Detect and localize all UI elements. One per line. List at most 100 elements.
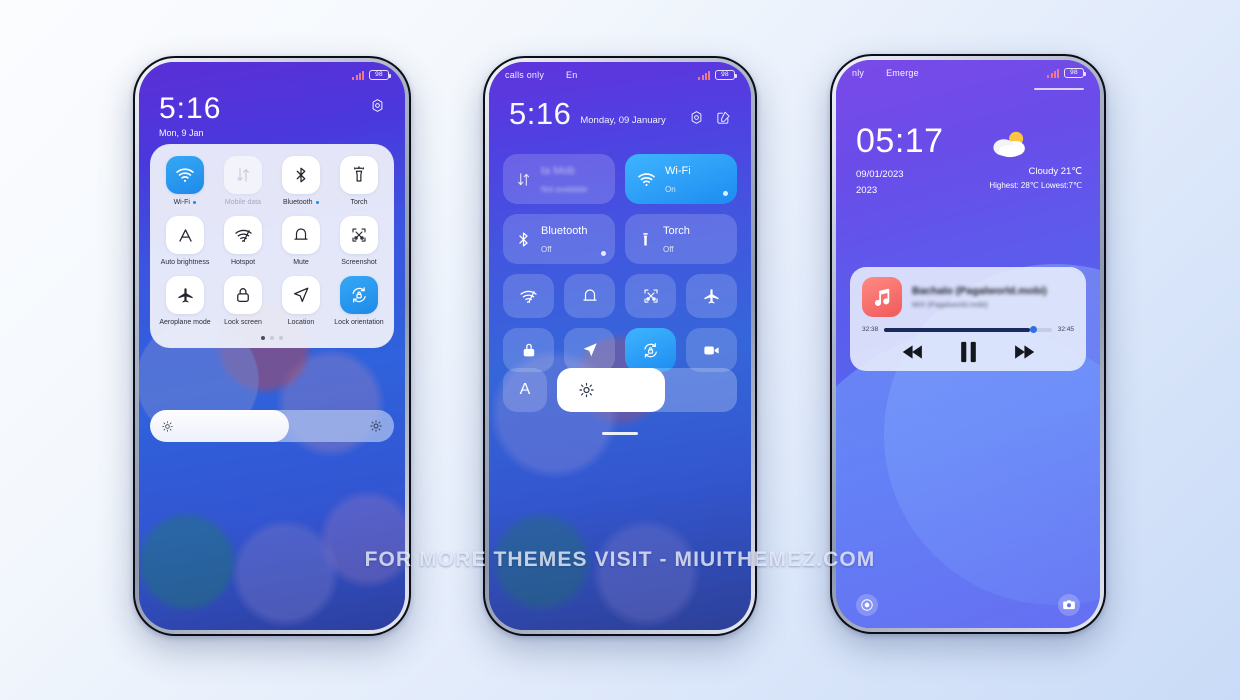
smalltile-aeroplane-mode[interactable] [686,274,737,318]
notch-accent-line [1034,88,1084,90]
rotation-lock-icon [340,276,378,314]
wallpaper-wave-lower [836,326,1100,628]
player-track-row: Bachalo (Pagalworld.mobi) MIX (Pagalworl… [862,277,1074,317]
carrier-text: nly [852,68,865,78]
music-player-widget: Bachalo (Pagalworld.mobi) MIX (Pagalworl… [850,267,1086,371]
smalltile-hotspot[interactable] [503,274,554,318]
track-subtitle: MIX (Pagalworld.mobi) [912,300,988,309]
auto-brightness-button[interactable]: A [503,368,547,412]
phone-1: 98 5:16 Mon, 9 Jan Wi-Fi Mobile data Blu… [133,56,411,636]
elapsed-time: 32:38 [862,326,879,333]
tile-mobile-data[interactable]: Mobile data [214,156,272,206]
tile-mute[interactable]: Mute [272,216,330,266]
tile-label: Aeroplane mode [159,319,210,326]
quick-settings-tile-grid: Wi-Fi Mobile data Bluetooth Torch Auto b… [156,156,388,326]
tile-label: Bluetooth [282,199,320,206]
wifi-icon [637,170,656,189]
tile-wifi[interactable]: Wi-Fi [156,156,214,206]
gear-icon[interactable] [689,110,704,125]
tile-torch[interactable]: Torch [330,156,388,206]
gear-icon[interactable] [370,98,385,113]
smalltile-lock-orientation[interactable] [625,328,676,372]
signal-bars-icon [1047,68,1059,78]
panel-page-indicator[interactable] [156,336,388,340]
bluetooth-icon [515,231,532,248]
bigtile-bluetooth[interactable]: Bluetooth Off [503,214,615,264]
tile-auto-brightness[interactable]: Auto brightness [156,216,214,266]
page-dot-1[interactable] [261,336,265,340]
page-dot-3[interactable] [279,336,283,340]
tile-lock-orientation[interactable]: Lock orientation [330,276,388,326]
quick-settings-panel: Wi-Fi Mobile data Bluetooth Torch Auto b… [150,144,394,348]
weather-widget[interactable]: Cloudy 21℃ Highest: 28℃ Lowest:7℃ [989,128,1082,190]
screenshot-icon [340,216,378,254]
tile-screenshot[interactable]: Screenshot [330,216,388,266]
wifi-icon [166,156,204,194]
bigtile-mobile-data[interactable]: ta Mob Not available [503,154,615,204]
bigtile-title: Bluetooth [541,225,588,237]
bigtile-wifi[interactable]: Wi-Fi On [625,154,737,204]
smalltile-location[interactable] [564,328,615,372]
tile-label-text: Mobile data [224,199,262,206]
tile-label: Torch [350,199,367,206]
carrier-text: calls only [505,70,545,80]
bigtile-torch[interactable]: Torch Off [625,214,737,264]
music-note-icon [874,288,890,306]
brightness-icon [162,420,173,432]
smalltile-screenshot[interactable] [625,274,676,318]
status-pip [723,191,728,196]
edit-icon[interactable] [716,110,731,125]
tile-aeroplane-mode[interactable]: Aeroplane mode [156,276,214,326]
flashlight-shortcut[interactable] [856,594,878,616]
camera-shortcut[interactable] [1058,594,1080,616]
auto-brightness-icon [166,216,204,254]
phone-3-screen: nly Emerge 98 05:17 09/01/2023 2023 Clou… [836,60,1100,628]
brightness-slider[interactable] [557,368,737,412]
quick-settings-big-tiles: ta Mob Not available Wi-Fi On Bluetooth … [503,154,737,264]
clock-date: Monday, 09 January [580,115,666,126]
tile-label-text: Bluetooth [282,199,313,206]
brightness-slider[interactable] [150,410,394,442]
phone-3-status-bar: nly Emerge 98 [836,60,1100,86]
brightness-fill [557,368,665,412]
tile-label: Mute [293,259,309,266]
tile-label-text: Hotspot [230,259,256,266]
tile-location[interactable]: Location [272,276,330,326]
torch-icon [340,156,378,194]
location-arrow-icon [282,276,320,314]
phone-1-header: 5:16 Mon, 9 Jan [159,92,385,138]
smalltile-screen-record[interactable] [686,328,737,372]
album-art [862,277,902,317]
clock-date: Mon, 9 Jan [159,128,204,138]
progress-knob[interactable] [1029,326,1037,333]
smalltile-lock-screen[interactable] [503,328,554,372]
camera-icon [1063,600,1075,610]
tile-label-text: Auto brightness [160,259,210,266]
tile-label: Wi-Fi [174,199,197,206]
tile-hotspot[interactable]: Hotspot [214,216,272,266]
screen-record-icon [704,346,719,354]
phone-2-screen: calls only En 98 5:16 Monday, 09 January [489,62,751,630]
tile-lock-screen[interactable]: Lock screen [214,276,272,326]
brightness-row: A [503,368,737,412]
emergency-text: Emerge [886,68,919,78]
play-pause-button[interactable] [960,341,977,363]
emergency-text: En [566,70,578,80]
phone-1-status-bar: 98 [139,62,405,88]
lockscreen-shortcuts [836,594,1100,616]
player-controls [862,341,1074,363]
progress-slider[interactable] [884,326,1052,333]
tile-label-text: Lock orientation [334,319,384,326]
next-button[interactable] [1013,344,1035,360]
page-dot-2[interactable] [270,336,274,340]
fast-forward-icon [1014,345,1034,359]
previous-button[interactable] [902,344,924,360]
tile-bluetooth[interactable]: Bluetooth [272,156,330,206]
bell-icon [582,289,597,301]
tile-label: Lock screen [224,319,262,326]
smalltile-mute[interactable] [564,274,615,318]
tile-label: Lock orientation [334,319,383,326]
tile-label-text: Torch [350,199,368,206]
tile-label: Mobile data [225,199,261,206]
home-indicator[interactable] [602,432,638,435]
